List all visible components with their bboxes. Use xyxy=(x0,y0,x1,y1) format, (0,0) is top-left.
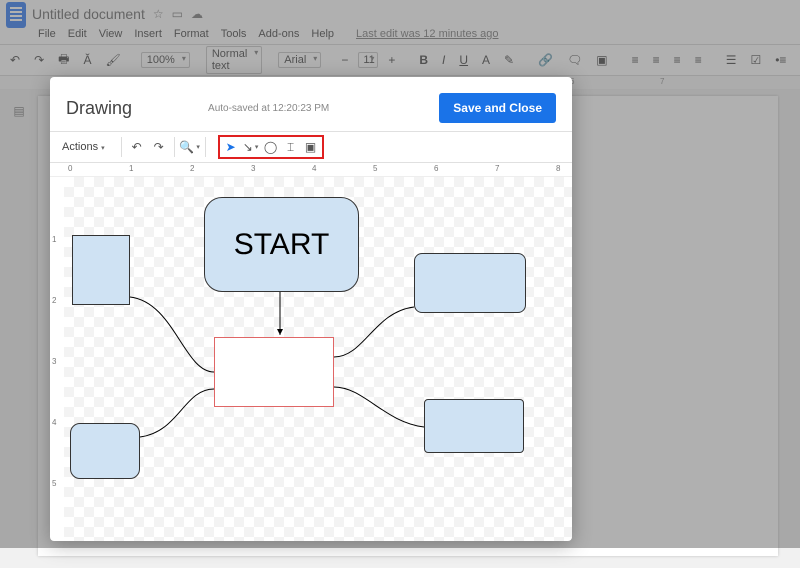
save-and-close-button[interactable]: Save and Close xyxy=(439,93,556,123)
shape-top-right[interactable] xyxy=(414,253,526,313)
drawing-canvas[interactable]: START xyxy=(64,177,572,541)
shape-bottom-left[interactable] xyxy=(70,423,140,479)
drawing-h-ruler: 0 1 2 3 4 5 6 7 8 xyxy=(50,163,572,177)
zoom-menu-icon[interactable]: 🔍 xyxy=(181,138,199,156)
drawing-canvas-wrap: 1 2 3 4 5 START xyxy=(50,177,572,541)
shape-center-selected[interactable] xyxy=(214,337,334,407)
autosave-text: Auto-saved at 12:20:23 PM xyxy=(208,103,329,114)
actions-menu[interactable]: Actions xyxy=(58,139,115,155)
undo-icon[interactable]: ↶ xyxy=(128,138,146,156)
image-tool-icon[interactable]: ▣ xyxy=(302,138,320,156)
textbox-tool-icon[interactable]: ⌶ xyxy=(282,138,300,156)
tool-highlight: ➤ ↘ ◯ ⌶ ▣ xyxy=(218,135,324,159)
shape-tool-icon[interactable]: ◯ xyxy=(262,138,280,156)
redo-icon[interactable]: ↷ xyxy=(150,138,168,156)
shape-bottom-right[interactable] xyxy=(424,399,524,453)
select-tool-icon[interactable]: ➤ xyxy=(222,138,240,156)
drawing-dialog: Drawing Auto-saved at 12:20:23 PM Save a… xyxy=(50,77,572,541)
shape-start-label: START xyxy=(234,228,330,262)
drawing-toolbar: Actions ↶ ↷ 🔍 ➤ ↘ ◯ ⌶ ▣ xyxy=(50,131,572,163)
dialog-header: Drawing Auto-saved at 12:20:23 PM Save a… xyxy=(50,77,572,131)
shape-start[interactable]: START xyxy=(204,197,359,292)
line-tool-icon[interactable]: ↘ xyxy=(242,138,260,156)
drawing-v-ruler: 1 2 3 4 5 xyxy=(50,177,64,541)
shape-top-left[interactable] xyxy=(72,235,130,305)
dialog-title: Drawing xyxy=(66,98,132,119)
